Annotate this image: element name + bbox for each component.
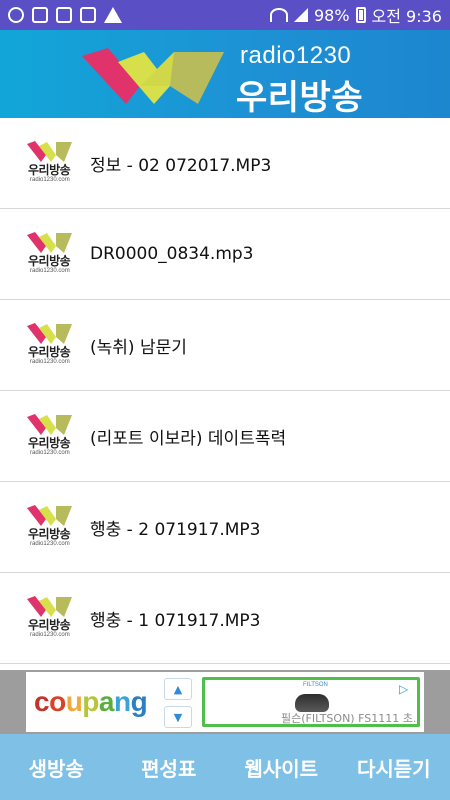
brand-subtitle: radio1230 — [240, 42, 352, 69]
upload-icon — [8, 7, 24, 23]
notification-icons — [8, 7, 122, 23]
list-thumbnail: 우리방송 radio1230.com — [26, 594, 74, 642]
clock: 오전 9:36 — [371, 7, 442, 26]
ad-brand-letter: a — [98, 686, 115, 717]
program-list: 우리방송 radio1230.com 정보 - 02 072017.MP3 우리방송 r… — [0, 118, 450, 664]
ad-brand-letter: g — [130, 686, 148, 717]
ad-product-card[interactable]: FILTSON 필슨(FILTSON) FS1111 초... ▷ — [202, 677, 420, 727]
nav-website[interactable]: 웹사이트 — [225, 753, 338, 782]
ad-choices-icon[interactable]: ▷ — [399, 682, 415, 698]
battery-percent: 98% — [313, 5, 350, 25]
list-item-title: (녹취) 남문기 — [90, 337, 187, 358]
list-item-title: DR0000_0834.mp3 — [90, 244, 254, 264]
list-thumbnail: 우리방송 radio1230.com — [26, 321, 74, 369]
wifi-icon — [269, 8, 288, 22]
list-item-title: 정보 - 02 072017.MP3 — [90, 155, 272, 176]
ad-product-text: 필슨(FILTSON) FS1111 초... — [281, 712, 420, 725]
thumb-label: 우리방송 — [28, 254, 71, 268]
signal-icon — [293, 8, 308, 22]
thumb-label: 우리방송 — [28, 618, 71, 632]
thumb-url: radio1230.com — [30, 450, 70, 456]
list-item-title: 행충 - 2 071917.MP3 — [90, 519, 261, 540]
warning-icon — [104, 7, 122, 23]
thumb-url: radio1230.com — [30, 359, 70, 365]
thumb-label: 우리방송 — [28, 163, 71, 177]
thumb-label: 우리방송 — [28, 436, 71, 450]
list-item[interactable]: 우리방송 radio1230.com 정보 - 02 072017.MP3 — [0, 118, 450, 209]
ad-brand-letter: c — [34, 686, 50, 717]
message-icon — [80, 7, 96, 23]
list-item-title: 행충 - 1 071917.MP3 — [90, 610, 261, 631]
logo-icon — [27, 323, 72, 344]
nav-replay[interactable]: 다시듣기 — [338, 753, 450, 782]
ad-brand-letter: p — [82, 686, 99, 717]
image-icon — [32, 7, 48, 23]
header-banner: radio1230 우리방송 — [0, 30, 450, 118]
list-thumbnail: 우리방송 radio1230.com — [26, 139, 74, 187]
brand-title: 우리방송 — [236, 78, 364, 118]
list-item[interactable]: 우리방송 radio1230.com 행충 - 1 071917.MP3 — [0, 573, 450, 664]
system-status: 98% 오전 9:36 — [269, 3, 442, 27]
ad-next-button[interactable]: ▼ — [164, 706, 192, 728]
thumb-url: radio1230.com — [30, 177, 70, 183]
list-thumbnail: 우리방송 radio1230.com — [26, 230, 74, 278]
logo-icon — [27, 505, 72, 526]
list-thumbnail: 우리방송 radio1230.com — [26, 503, 74, 551]
thumb-label: 우리방송 — [28, 345, 71, 359]
logo-icon — [27, 232, 72, 253]
battery-icon — [355, 7, 366, 23]
logo-icon — [27, 141, 72, 162]
ad-brand-letter: n — [113, 686, 131, 717]
logo-icon — [82, 48, 224, 104]
ad-product-logo: FILTSON — [303, 682, 328, 688]
ad-banner: coupang ▲ ▼ FILTSON 필슨(FILTSON) FS1111 초… — [0, 670, 450, 734]
list-item[interactable]: 우리방송 radio1230.com DR0000_0834.mp3 — [0, 209, 450, 300]
thumb-url: radio1230.com — [30, 268, 70, 274]
ad-brand-letter: o — [49, 686, 66, 717]
nav-schedule[interactable]: 편성표 — [113, 753, 226, 782]
thumb-url: radio1230.com — [30, 632, 70, 638]
list-item[interactable]: 우리방송 radio1230.com (녹취) 남문기 — [0, 300, 450, 391]
list-item-title: (리포트 이보라) 데이트폭력 — [90, 428, 287, 449]
list-item[interactable]: 우리방송 radio1230.com 행충 - 2 071917.MP3 — [0, 482, 450, 573]
bottom-nav: 생방송 편성표 웹사이트 다시듣기 — [0, 734, 450, 800]
ad-content[interactable]: coupang ▲ ▼ FILTSON 필슨(FILTSON) FS1111 초… — [26, 672, 424, 732]
logo-icon — [27, 414, 72, 435]
thumb-label: 우리방송 — [28, 527, 71, 541]
list-thumbnail: 우리방송 radio1230.com — [26, 412, 74, 460]
ad-brand-logo[interactable]: coupang — [34, 686, 148, 718]
list-item[interactable]: 우리방송 radio1230.com (리포트 이보라) 데이트폭력 — [0, 391, 450, 482]
thumb-url: radio1230.com — [30, 541, 70, 547]
ad-prev-button[interactable]: ▲ — [164, 678, 192, 700]
status-bar: 98% 오전 9:36 — [0, 0, 450, 30]
ad-nav: ▲ ▼ — [160, 672, 194, 732]
logo-icon — [27, 596, 72, 617]
mail-icon — [56, 7, 72, 23]
ad-brand-letter: u — [65, 686, 83, 717]
nav-live[interactable]: 생방송 — [0, 753, 113, 782]
